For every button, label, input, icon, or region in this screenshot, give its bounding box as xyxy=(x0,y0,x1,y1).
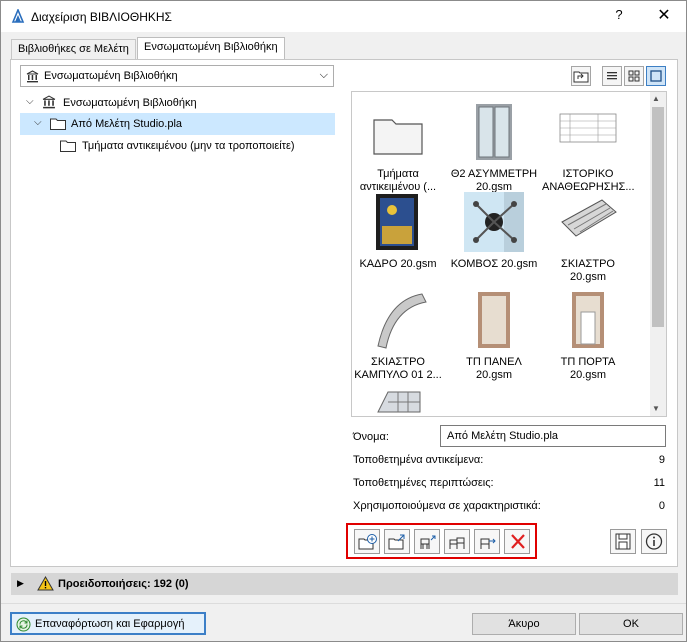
small-icons-view-button[interactable] xyxy=(624,66,644,86)
picture-frame-thumbnail xyxy=(376,194,418,250)
footer-divider xyxy=(1,603,686,604)
grid-item-caption: ΣΚΙΑΣΤΡΟ ΚΑΜΠΥΛΟ 01 2... xyxy=(354,356,442,381)
placed-instances-value: 11 xyxy=(653,477,665,489)
grid-item-caption: ΙΣΤΟΡΙΚΟ ΑΝΑΘΕΩΡΗΣΗΣ... xyxy=(542,168,635,193)
expand-arrow-icon[interactable]: ⌵ xyxy=(34,117,42,128)
info-icon xyxy=(645,533,663,550)
list-view-button[interactable] xyxy=(602,66,622,86)
used-in-attributes-value: 0 xyxy=(658,500,665,512)
library-manager-dialog: Διαχείριση ΒΙΒΛΙΟΘΗΚΗΣ ? ✕ Βιβλιοθήκες σ… xyxy=(0,0,687,642)
expand-arrow-icon[interactable]: ⌵ xyxy=(26,96,34,107)
used-in-attributes-label: Χρησιμοποιούμενα σε χαρακτηριστικά: xyxy=(353,500,541,512)
library-tree[interactable]: ⌵ Ενσωματωμένη Βιβλιοθήκη ⌵ Από Μελέτη S… xyxy=(20,91,335,515)
placed-objects-label: Τοποθετημένα αντικείμενα: xyxy=(353,454,484,466)
add-object-button[interactable] xyxy=(414,529,440,554)
curved-shade-thumbnail xyxy=(377,293,427,349)
library-icon xyxy=(26,70,39,83)
reload-and-apply-button[interactable]: Επαναφόρτωση και Εφαρμογή xyxy=(10,612,206,635)
new-folder-icon xyxy=(358,534,377,550)
folder-up-icon xyxy=(573,71,589,83)
move-object-button[interactable] xyxy=(474,529,500,554)
move-object-icon xyxy=(480,538,496,549)
grid-scroll-thumb[interactable] xyxy=(652,107,664,327)
add-objects-icon xyxy=(449,537,465,549)
folder-icon xyxy=(50,118,66,130)
grid-item-caption: ΤΠ ΠΑΝΕΛ 20.gsm xyxy=(466,356,522,381)
add-objects-button[interactable] xyxy=(444,529,470,554)
scroll-down-icon[interactable]: ▼ xyxy=(652,404,660,413)
add-object-icon xyxy=(420,535,436,549)
folder-up-button[interactable] xyxy=(571,66,591,86)
ok-button[interactable]: ΟΚ xyxy=(579,613,683,635)
library-select-value: Ενσωματωμένη Βιβλιοθήκη xyxy=(44,70,178,82)
warning-icon xyxy=(37,576,54,591)
tree-item-label: Τμήματα αντικειμένου (μην τα τροποποιείτ… xyxy=(82,140,295,152)
folder-thumbnail xyxy=(373,119,423,155)
placed-instances-label: Τοποθετημένες περιπτώσεις: xyxy=(353,477,494,489)
expand-arrow-icon[interactable]: ▶ xyxy=(17,578,24,589)
library-icon xyxy=(42,95,56,109)
panel-thumbnail xyxy=(478,292,510,348)
import-folder-icon xyxy=(388,534,405,550)
grid-item-caption: ΚΑΔΡΟ 20.gsm xyxy=(359,258,437,270)
window-title: Διαχείριση ΒΙΒΛΙΟΘΗΚΗΣ xyxy=(31,10,172,24)
name-label: Όνομα: xyxy=(353,431,389,443)
new-folder-button[interactable] xyxy=(354,529,380,554)
large-icons-view-icon xyxy=(650,70,662,82)
cancel-button[interactable]: Άκυρο xyxy=(472,613,576,635)
chevron-down-icon: ⌵ xyxy=(319,69,328,81)
tree-item-label: Από Μελέτη Studio.pla xyxy=(71,118,183,130)
title-bar: Διαχείριση ΒΙΒΛΙΟΘΗΚΗΣ ? ✕ xyxy=(1,1,686,32)
folder-icon xyxy=(60,140,76,152)
revision-table-thumbnail xyxy=(559,113,617,143)
import-folder-button[interactable] xyxy=(384,529,410,554)
save-icon xyxy=(615,533,631,550)
tree-item-object-parts[interactable]: Τμήματα αντικειμένου (μην τα τροποποιείτ… xyxy=(20,135,335,157)
grid-item-caption: Θ2 ΑΣΥΜΜΕΤΡΗ 20.gsm xyxy=(450,168,538,193)
name-field[interactable]: Από Μελέτη Studio.pla xyxy=(440,425,666,447)
placed-objects-value: 9 xyxy=(658,454,665,466)
warnings-label: Προειδοποιήσεις: 192 (0) xyxy=(58,578,189,590)
partial-shade-thumbnail xyxy=(377,391,421,413)
tab-libraries-in-project[interactable]: Βιβλιοθήκες σε Μελέτη xyxy=(11,39,136,59)
delete-icon xyxy=(511,534,525,549)
grid-item-caption: Τμήματα αντικειμένου (... xyxy=(359,168,437,193)
reload-icon xyxy=(16,617,31,632)
save-library-button[interactable] xyxy=(610,529,636,554)
tab-embedded-library[interactable]: Ενσωματωμένη Βιβλιοθήκη xyxy=(137,37,285,60)
reload-and-apply-label: Επαναφόρτωση και Εφαρμογή xyxy=(35,618,185,630)
info-button[interactable] xyxy=(641,529,667,554)
scroll-up-icon[interactable]: ▲ xyxy=(652,94,660,103)
small-icons-view-icon xyxy=(628,70,640,82)
node-thumbnail xyxy=(464,192,524,252)
door-thumbnail xyxy=(476,104,512,160)
grid-item-caption: ΤΠ ΠΟΡΤΑ 20.gsm xyxy=(560,356,616,381)
panel-door-thumbnail xyxy=(572,292,604,348)
grid-item-caption: ΚΟΜΒΟΣ 20.gsm xyxy=(450,258,538,270)
shade-thumbnail xyxy=(561,199,617,237)
warnings-bar[interactable]: ▶ Προειδοποιήσεις: 192 (0) xyxy=(11,573,678,595)
list-view-icon xyxy=(607,72,617,80)
tree-item-label: Ενσωματωμένη Βιβλιοθήκη xyxy=(63,97,197,109)
grid-item-caption: ΣΚΙΑΣΤΡΟ 20.gsm xyxy=(561,258,615,283)
tree-item-embedded-library[interactable]: ⌵ Ενσωματωμένη Βιβλιοθήκη xyxy=(20,92,335,114)
object-grid[interactable]: Τμήματα αντικειμένου (... Θ2 ΑΣΥΜΜΕΤΡΗ 2… xyxy=(351,91,667,417)
tree-item-studio-pla[interactable]: ⌵ Από Μελέτη Studio.pla xyxy=(20,113,335,135)
archicad-app-icon xyxy=(11,9,25,23)
delete-button[interactable] xyxy=(504,529,530,554)
library-select[interactable]: Ενσωματωμένη Βιβλιοθήκη ⌵ xyxy=(20,65,334,87)
large-icons-view-button[interactable] xyxy=(646,66,666,86)
help-button[interactable]: ? xyxy=(609,7,629,22)
close-button[interactable]: ✕ xyxy=(653,5,675,25)
